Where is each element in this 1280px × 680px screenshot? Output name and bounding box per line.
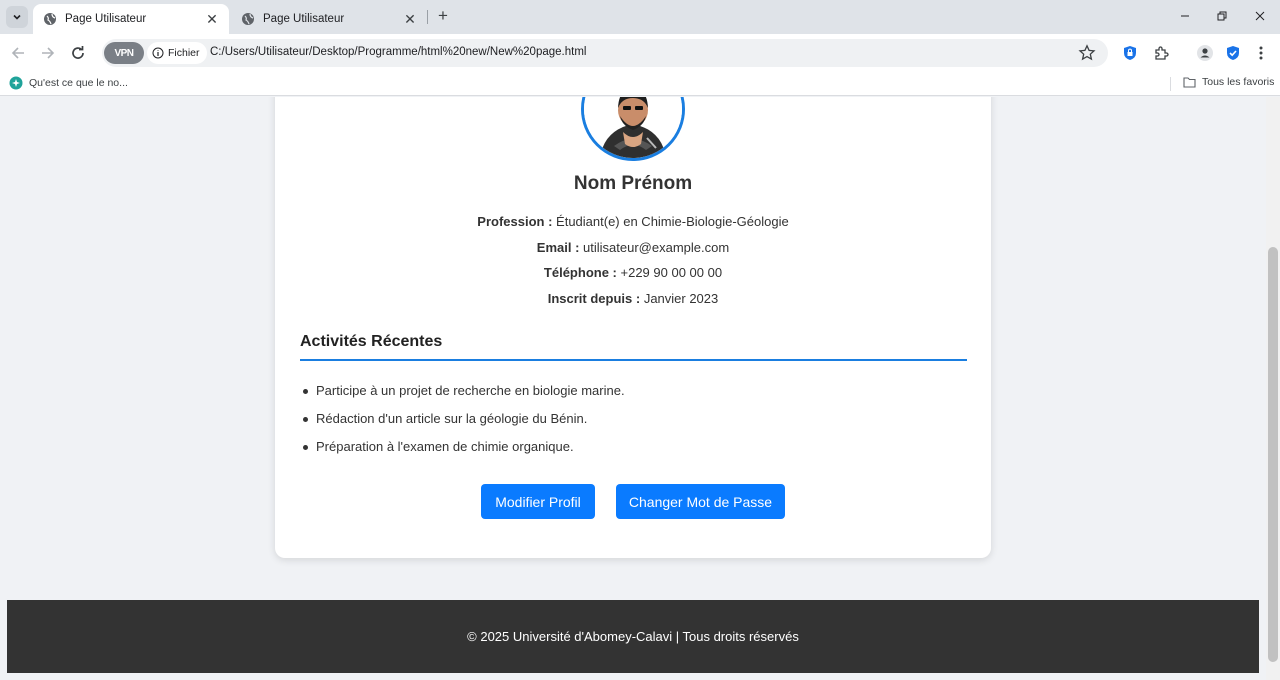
info-profession: Profession : Étudiant(e) en Chimie-Biolo… bbox=[275, 214, 991, 229]
reload-icon bbox=[72, 46, 84, 59]
vpn-badge[interactable]: VPN bbox=[104, 42, 144, 64]
shield-lock-icon bbox=[1124, 46, 1136, 60]
info-value: +229 90 00 00 00 bbox=[620, 265, 723, 280]
info-email: Email : utilisateur@example.com bbox=[275, 240, 991, 255]
folder-label: Tous les favoris bbox=[1202, 76, 1275, 88]
user-name: Nom Prénom bbox=[573, 173, 693, 194]
info-member-since: Inscrit depuis : Janvier 2023 bbox=[275, 291, 991, 306]
tab-title: Page Utilisateur bbox=[263, 13, 345, 25]
bookmark-item[interactable]: Qu'est ce que le no... bbox=[9, 76, 128, 90]
arrow-left-icon bbox=[11, 47, 24, 59]
menu-button[interactable] bbox=[1251, 43, 1271, 63]
info-phone: Téléphone : +229 90 00 00 00 bbox=[275, 265, 991, 280]
avatar bbox=[581, 97, 685, 161]
vpn-label: VPN bbox=[114, 47, 134, 59]
star-icon[interactable] bbox=[1078, 44, 1096, 62]
restore-button[interactable] bbox=[1211, 6, 1233, 26]
restore-icon bbox=[1217, 11, 1227, 21]
address-bar[interactable]: VPN Fichier C:/Users/Utilisateur/Desktop… bbox=[102, 39, 1108, 67]
bookmark-label: Qu'est ce que le no... bbox=[29, 77, 128, 89]
reload-button[interactable] bbox=[67, 42, 89, 64]
info-icon bbox=[152, 47, 164, 59]
footer-text: © 2025 Université d'Abomey-Calavi | Tous… bbox=[467, 629, 799, 644]
shield-check-icon bbox=[1227, 46, 1239, 60]
back-button[interactable] bbox=[7, 42, 29, 64]
arrow-right-icon bbox=[42, 47, 55, 59]
url-text[interactable]: C:/Users/Utilisateur/Desktop/Programme/h… bbox=[210, 46, 586, 58]
more-vertical-icon bbox=[1259, 46, 1263, 60]
globe-icon bbox=[242, 13, 254, 25]
close-window-button[interactable] bbox=[1249, 6, 1271, 26]
info-value: Étudiant(e) en Chimie-Biologie-Géologie bbox=[556, 214, 789, 229]
tab-search-button[interactable] bbox=[6, 6, 28, 28]
folder-icon bbox=[1183, 77, 1196, 88]
close-icon bbox=[1255, 11, 1265, 21]
all-bookmarks-folder[interactable]: Tous les favoris bbox=[1183, 76, 1274, 88]
puzzle-icon bbox=[1155, 46, 1169, 60]
scrollbar-thumb[interactable] bbox=[1268, 247, 1278, 662]
tab-strip: Page Utilisateur ✕ Page Utilisateur ✕ + bbox=[0, 0, 1280, 34]
info-value: utilisateur@example.com bbox=[583, 240, 730, 255]
forward-button[interactable] bbox=[37, 42, 59, 64]
list-item: Rédaction d'un article sur la géologie d… bbox=[302, 411, 588, 426]
browser-toolbar: VPN Fichier C:/Users/Utilisateur/Desktop… bbox=[0, 34, 1280, 72]
close-icon[interactable]: ✕ bbox=[403, 11, 417, 27]
profile-button[interactable] bbox=[1195, 43, 1215, 63]
avatar-image bbox=[584, 97, 682, 158]
list-item: Participe à un projet de recherche en bi… bbox=[303, 383, 625, 398]
info-value: Janvier 2023 bbox=[643, 291, 719, 306]
close-icon[interactable]: ✕ bbox=[205, 11, 219, 27]
section-divider bbox=[300, 359, 967, 361]
profile-icon bbox=[1197, 45, 1213, 61]
tab-page-utilisateur-1[interactable]: Page Utilisateur ✕ bbox=[33, 4, 229, 34]
change-password-button[interactable]: Changer Mot de Passe bbox=[616, 484, 785, 519]
info-label: Profession : bbox=[477, 214, 553, 229]
security-extension-button[interactable] bbox=[1223, 43, 1243, 63]
minimize-button[interactable] bbox=[1174, 6, 1196, 26]
list-item: Préparation à l'examen de chimie organiq… bbox=[303, 439, 574, 454]
info-label: Inscrit depuis : bbox=[547, 291, 641, 306]
chevron-down-icon bbox=[13, 14, 21, 20]
page-viewport: Nom Prénom Profession : Étudiant(e) en C… bbox=[0, 97, 1280, 680]
extensions-button[interactable] bbox=[1151, 43, 1171, 63]
bookmark-favicon-icon bbox=[9, 76, 23, 90]
section-title-activities: Activités Récentes bbox=[300, 333, 443, 350]
new-tab-button[interactable]: + bbox=[433, 6, 453, 26]
minimize-icon bbox=[1181, 15, 1189, 17]
info-label: Téléphone : bbox=[543, 265, 617, 280]
site-info-chip[interactable]: Fichier bbox=[147, 42, 207, 64]
scheme-label: Fichier bbox=[168, 47, 200, 59]
info-label: Email : bbox=[536, 240, 580, 255]
tab-title: Page Utilisateur bbox=[65, 13, 147, 25]
tab-divider bbox=[427, 10, 428, 24]
edit-profile-button[interactable]: Modifier Profil bbox=[481, 484, 595, 519]
vpn-extension-button[interactable] bbox=[1120, 43, 1140, 63]
page-scrollbar[interactable] bbox=[1266, 97, 1280, 680]
bookmarks-bar: Qu'est ce que le no... Tous les favoris bbox=[0, 72, 1280, 96]
bookmarks-divider bbox=[1170, 77, 1171, 91]
page-footer: © 2025 Université d'Abomey-Calavi | Tous… bbox=[7, 600, 1259, 673]
profile-card: Nom Prénom Profession : Étudiant(e) en C… bbox=[275, 97, 991, 558]
tab-page-utilisateur-2[interactable]: Page Utilisateur ✕ bbox=[231, 4, 427, 34]
globe-icon bbox=[44, 13, 56, 25]
